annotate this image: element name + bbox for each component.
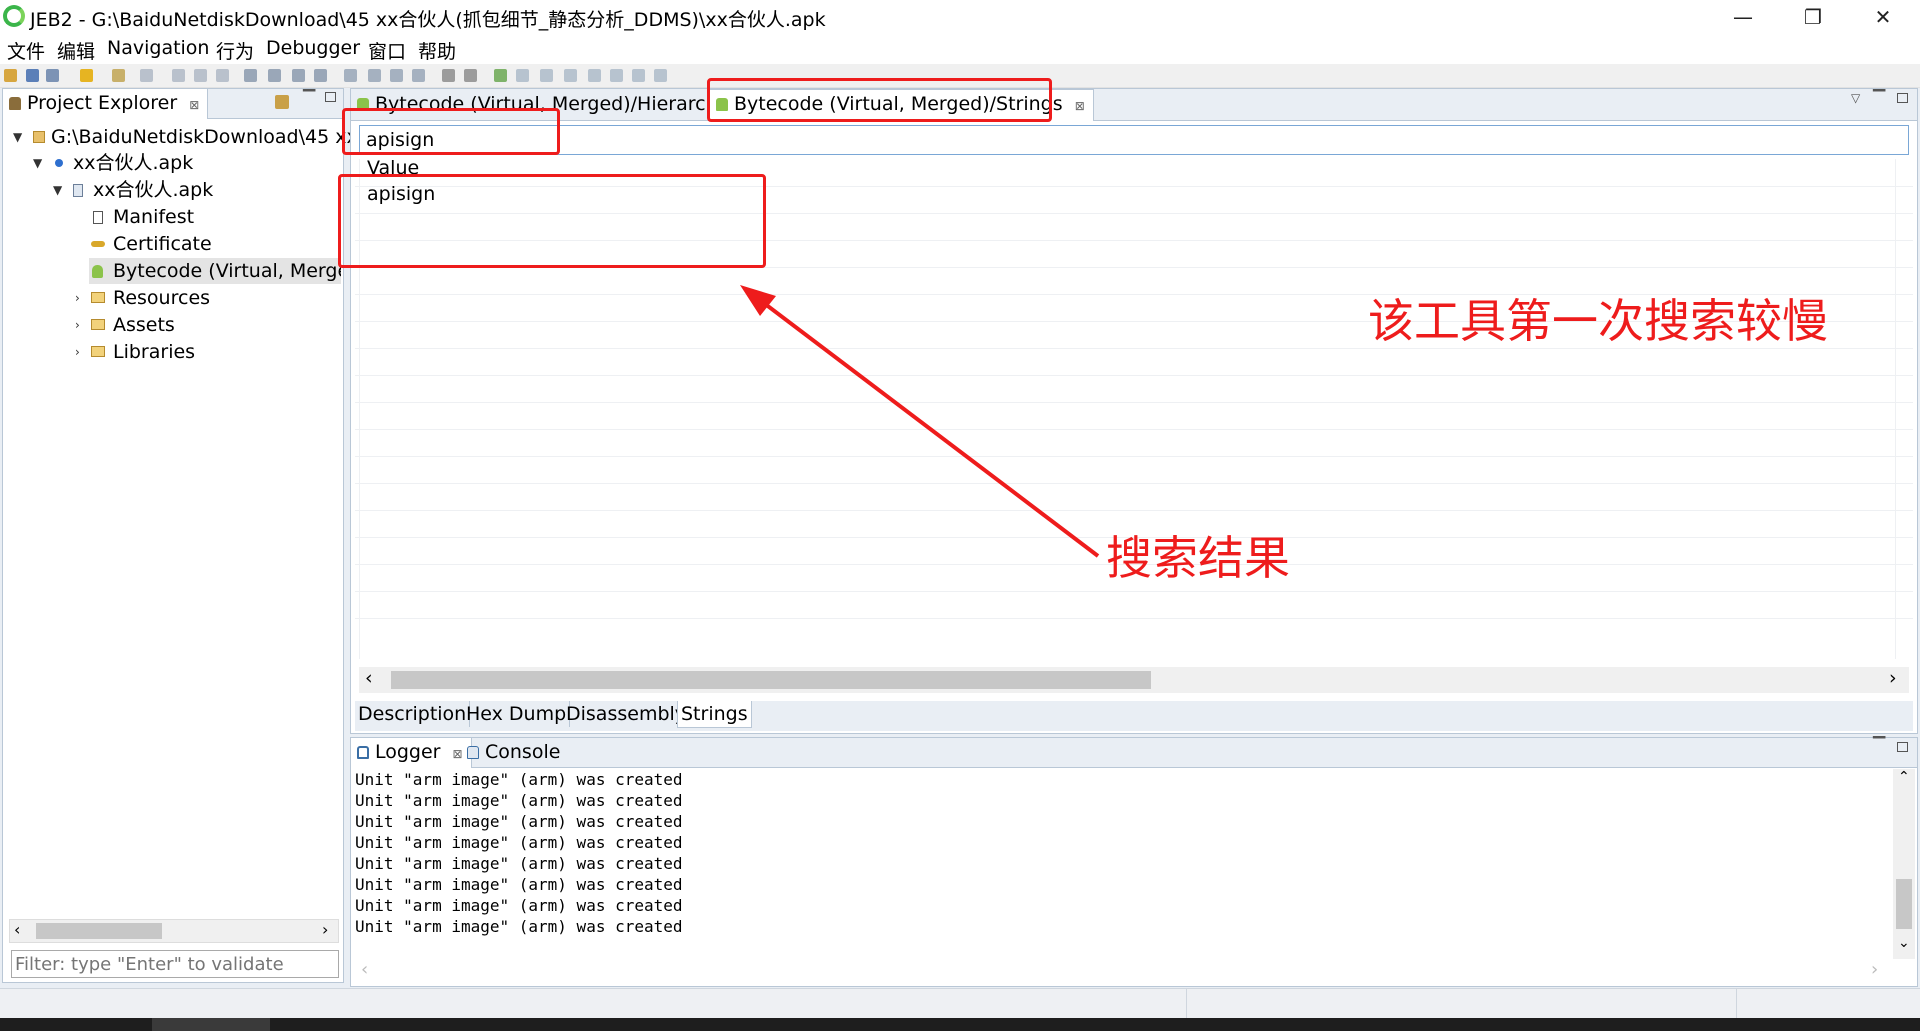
- annotation-arrow: [740, 285, 1100, 558]
